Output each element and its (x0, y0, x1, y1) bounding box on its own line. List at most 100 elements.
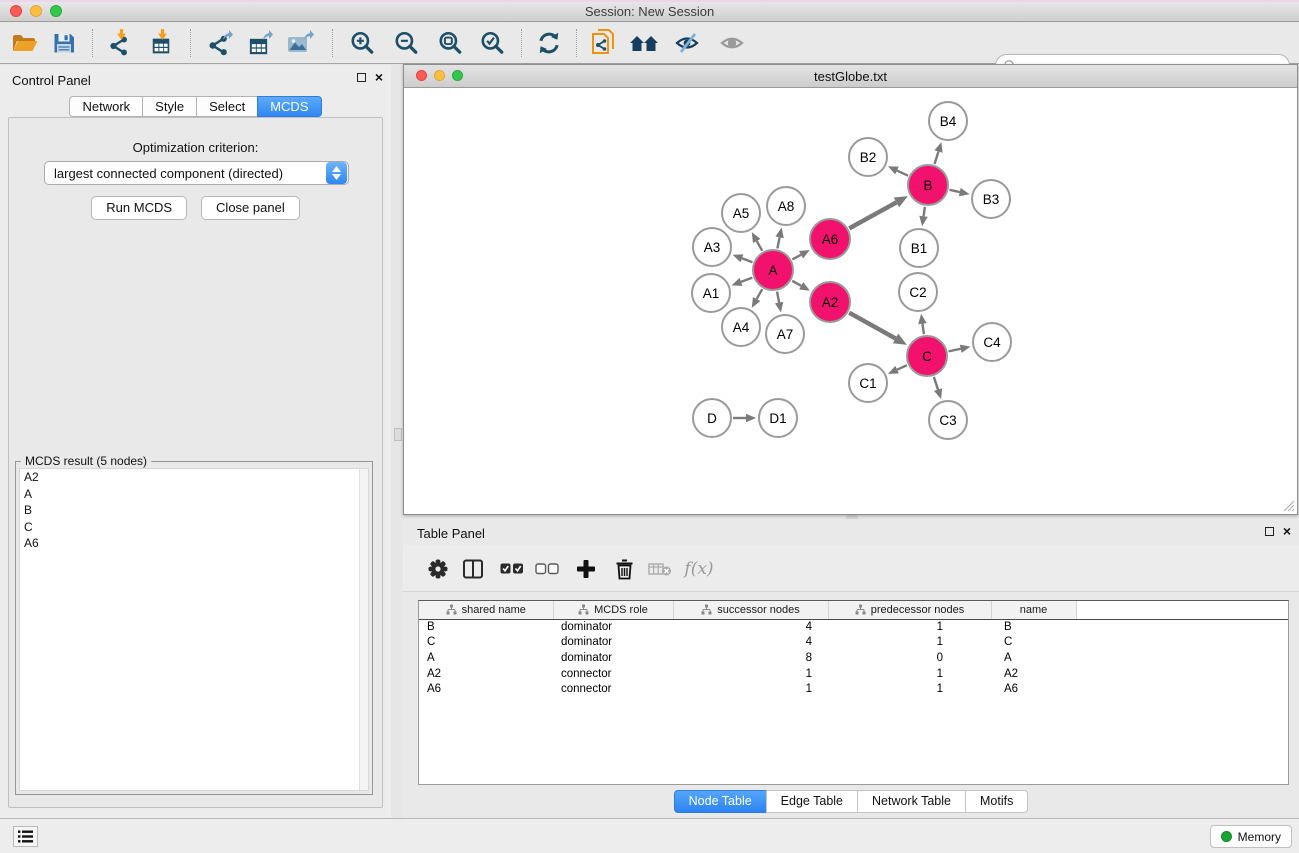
table-cell[interactable]: 1 (828, 619, 991, 635)
edge-B-B4[interactable] (934, 142, 942, 164)
graph-node-A3[interactable]: A3 (693, 228, 731, 266)
column-header-shared-name[interactable]: shared name (419, 601, 553, 619)
graph-node-B2[interactable]: B2 (849, 138, 887, 176)
select-all-button[interactable] (498, 555, 526, 583)
show-all-button[interactable] (716, 28, 748, 58)
float-panel-icon[interactable] (357, 73, 366, 82)
table-cell[interactable]: A2 (991, 666, 1076, 682)
table-cell[interactable]: 1 (828, 635, 991, 651)
tab-mcds[interactable]: MCDS (257, 96, 321, 117)
table-cell[interactable]: 4 (673, 635, 828, 651)
table-cell[interactable]: 0 (828, 650, 991, 666)
import-network-button[interactable] (104, 28, 136, 58)
export-image-button[interactable] (284, 28, 316, 58)
graph-node-A5[interactable]: A5 (722, 194, 760, 232)
zoom-selected-button[interactable] (476, 28, 508, 58)
edge-C-C3[interactable] (934, 377, 942, 399)
export-network-button[interactable] (204, 28, 236, 58)
table-cell[interactable]: A6 (419, 681, 553, 697)
memory-button[interactable]: Memory (1210, 825, 1292, 848)
show-panel-list-button[interactable] (13, 826, 38, 847)
import-table-button[interactable] (146, 28, 178, 58)
table-cell[interactable]: A (991, 650, 1076, 666)
graph-node-C3[interactable]: C3 (929, 401, 967, 439)
result-item[interactable]: A2 (20, 469, 368, 486)
close-panel-button[interactable]: Close panel (201, 196, 300, 220)
tab-select[interactable]: Select (196, 96, 258, 117)
edge-A-A4[interactable] (752, 289, 762, 308)
graph-node-D1[interactable]: D1 (759, 399, 797, 437)
table-cell[interactable]: A6 (991, 681, 1076, 697)
optimization-criterion-dropdown[interactable]: largest connected component (directed) (44, 161, 349, 185)
edge-A-A7[interactable] (775, 292, 783, 313)
edge-A-A8[interactable] (775, 228, 783, 249)
table-row[interactable]: A2connector11A2 (419, 666, 1289, 682)
table-cell[interactable]: dominator (553, 635, 673, 651)
table-cell[interactable]: dominator (553, 619, 673, 635)
close-panel-icon[interactable]: × (375, 71, 383, 83)
edge-A-A1[interactable] (732, 278, 753, 286)
graph-node-A2[interactable]: A2 (810, 282, 850, 322)
run-mcds-button[interactable]: Run MCDS (91, 196, 187, 220)
home-button[interactable] (628, 28, 660, 58)
graph-node-C1[interactable]: C1 (849, 364, 887, 402)
table-row[interactable]: Cdominator41C (419, 635, 1289, 651)
table-row[interactable]: Bdominator41B (419, 619, 1289, 635)
vertical-split-handle[interactable] (394, 428, 402, 441)
table-cell[interactable]: A2 (419, 666, 553, 682)
table-cell[interactable]: dominator (553, 650, 673, 666)
tab-node-table[interactable]: Node Table (674, 790, 767, 813)
save-session-button[interactable] (48, 28, 80, 58)
hide-selected-button[interactable] (672, 28, 704, 58)
table-cell[interactable]: 1 (828, 666, 991, 682)
window-resize-grip[interactable] (1282, 499, 1295, 512)
zoom-fit-button[interactable] (434, 28, 466, 58)
table-cell[interactable]: A (419, 650, 553, 666)
table-options-button[interactable] (424, 555, 452, 583)
table-row[interactable]: A6connector11A6 (419, 681, 1289, 697)
edge-C-C1[interactable] (888, 365, 907, 374)
graph-node-A7[interactable]: A7 (766, 315, 804, 353)
graph-node-B[interactable]: B (908, 165, 948, 205)
result-item[interactable]: B (20, 502, 368, 519)
table-row[interactable]: Adominator80A (419, 650, 1289, 666)
table-cell[interactable]: 8 (673, 650, 828, 666)
graph-node-A[interactable]: A (753, 250, 793, 290)
tab-edge-table[interactable]: Edge Table (766, 790, 858, 813)
graph-node-C2[interactable]: C2 (899, 273, 937, 311)
table-cell[interactable]: connector (553, 681, 673, 697)
export-table-button[interactable] (244, 28, 276, 58)
graph-node-C[interactable]: C (907, 336, 947, 376)
table-cell[interactable]: connector (553, 666, 673, 682)
graph-node-A6[interactable]: A6 (810, 219, 850, 259)
graph-node-D[interactable]: D (693, 399, 731, 437)
zoom-out-button[interactable] (390, 28, 422, 58)
delete-columns-button[interactable] (610, 555, 638, 583)
graph-node-A4[interactable]: A4 (722, 308, 760, 346)
zoom-in-button[interactable] (346, 28, 378, 58)
result-item[interactable]: A6 (20, 535, 368, 552)
table-cell[interactable]: 1 (828, 681, 991, 697)
unselect-all-button[interactable] (533, 555, 561, 583)
edge-B-B2[interactable] (888, 166, 908, 175)
edge-A6-B[interactable] (849, 196, 908, 228)
edge-C-C2[interactable] (918, 314, 926, 334)
edge-D-D1[interactable] (733, 414, 756, 423)
tab-motifs[interactable]: Motifs (965, 790, 1028, 813)
result-item[interactable]: C (20, 519, 368, 536)
tab-network-table[interactable]: Network Table (857, 790, 966, 813)
table-cell[interactable]: C (991, 635, 1076, 651)
table-cell[interactable]: B (419, 619, 553, 635)
edge-A-A3[interactable] (733, 254, 753, 262)
edge-A-A6[interactable] (792, 250, 809, 260)
column-header-predecessor-nodes[interactable]: predecessor nodes (828, 601, 991, 619)
table-cell[interactable]: 4 (673, 619, 828, 635)
result-list-scrollbar[interactable] (359, 469, 368, 790)
edge-A-A2[interactable] (792, 281, 810, 291)
column-header-MCDS-role[interactable]: MCDS role (553, 601, 673, 619)
graph-node-B1[interactable]: B1 (900, 229, 938, 267)
node-table[interactable]: shared nameMCDS rolesuccessor nodesprede… (418, 600, 1289, 785)
table-cell[interactable]: B (991, 619, 1076, 635)
graph-node-A1[interactable]: A1 (692, 274, 730, 312)
new-network-document-button[interactable] (588, 28, 620, 58)
